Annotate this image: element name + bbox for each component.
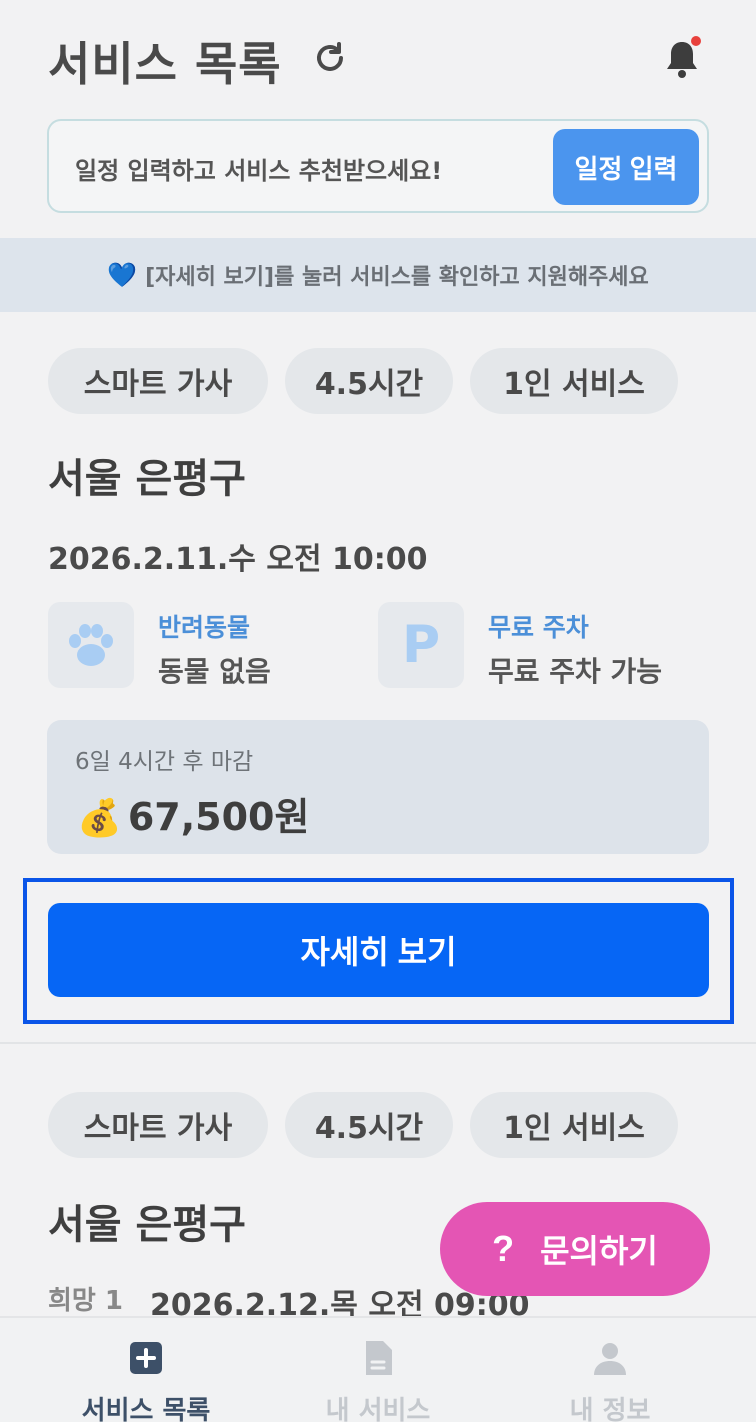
service-region: 서울 은평구	[48, 456, 246, 502]
parking-icon: P	[378, 602, 464, 688]
question-icon: ?	[492, 1228, 515, 1269]
page-title: 서비스 목록	[48, 37, 282, 91]
divider	[0, 1042, 756, 1044]
service-region: 서울 은평구	[48, 1202, 246, 1248]
nav-label: 내 정보	[569, 1396, 651, 1422]
heart-icon: 💙	[107, 261, 138, 289]
view-details-button[interactable]: 자세히 보기	[48, 903, 709, 997]
preference-label: 희망 1	[48, 1286, 123, 1316]
notice-bar: 💙 [자세히 보기]를 눌러 서비스를 확인하고 지원해주세요	[0, 238, 756, 312]
nav-label: 서비스 목록	[81, 1396, 211, 1422]
tag-chip: 스마트 가사	[48, 348, 268, 414]
person-icon	[594, 1343, 626, 1375]
schedule-input-button[interactable]: 일정 입력	[553, 129, 699, 205]
bottom-nav: 서비스 목록 내 서비스 내 정보	[0, 1316, 756, 1422]
notice-text: [자세히 보기]를 눌러 서비스를 확인하고 지원해주세요	[145, 265, 649, 290]
nav-item-service-list[interactable]: 서비스 목록	[20, 1318, 272, 1422]
paw-icon	[48, 602, 134, 688]
money-bag-icon: 💰	[77, 798, 122, 839]
document-icon	[366, 1341, 392, 1375]
tag-chip: 4.5시간	[285, 1092, 453, 1158]
tag-chip: 1인 서비스	[470, 348, 678, 414]
inquiry-label: 문의하기	[540, 1233, 658, 1269]
refresh-icon[interactable]	[312, 40, 348, 76]
pet-value: 동물 없음	[158, 655, 271, 688]
notification-dot	[691, 36, 701, 46]
inquiry-button[interactable]: ? 문의하기	[440, 1202, 710, 1296]
deadline-text: 6일 4시간 후 마감	[75, 749, 254, 775]
tag-chip: 4.5시간	[285, 348, 453, 414]
parking-label: 무료 주차	[488, 613, 589, 642]
bell-icon[interactable]	[662, 36, 704, 82]
service-datetime: 2026.2.11.수 오전 10:00	[48, 542, 428, 577]
pet-label: 반려동물	[158, 613, 251, 642]
parking-value: 무료 주차 가능	[488, 655, 663, 688]
price-value: 67,500원	[127, 795, 310, 839]
schedule-banner: 일정 입력하고 서비스 추천받으세요! 일정 입력	[47, 119, 709, 213]
tag-chip: 1인 서비스	[470, 1092, 678, 1158]
price: 💰 67,500원	[77, 786, 309, 841]
tag-chip: 스마트 가사	[48, 1092, 268, 1158]
header: 서비스 목록	[0, 0, 756, 118]
nav-item-my-service[interactable]: 내 서비스	[252, 1318, 504, 1422]
schedule-prompt: 일정 입력하고 서비스 추천받으세요!	[75, 157, 443, 185]
price-box: 6일 4시간 후 마감 💰 67,500원	[47, 720, 709, 854]
nav-label: 내 서비스	[325, 1396, 431, 1422]
nav-item-my-info[interactable]: 내 정보	[484, 1318, 736, 1422]
plus-square-icon	[130, 1342, 162, 1374]
